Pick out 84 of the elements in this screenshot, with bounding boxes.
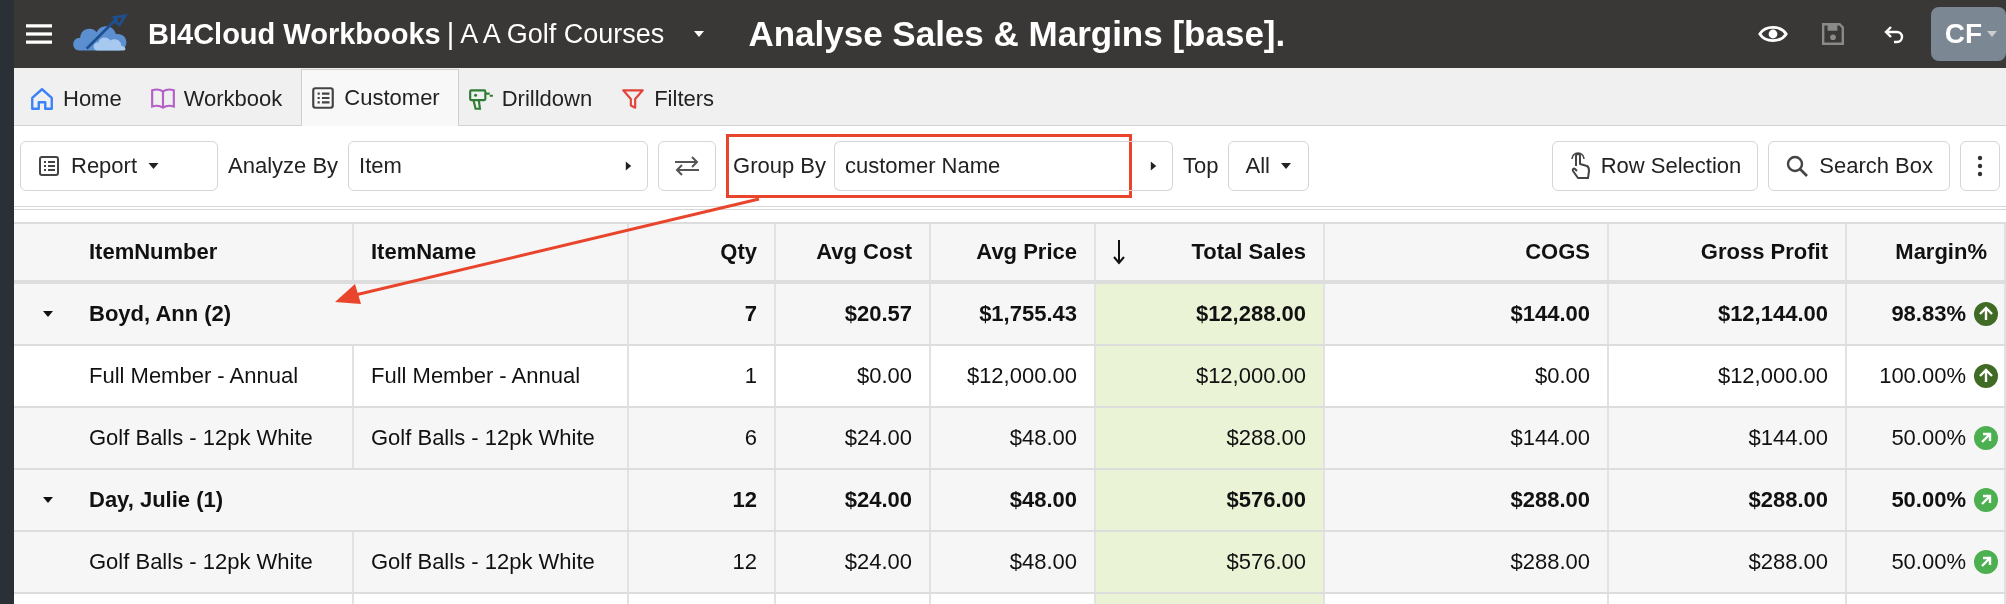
separator: | [446, 17, 455, 51]
table-cell: Golf Balls - 12pk White [14, 532, 354, 592]
group-row-label[interactable]: Day, Julie (1) [14, 470, 629, 530]
table-cell: $576.00 [1096, 532, 1325, 592]
app-name: BI4Cloud Workbooks [148, 17, 441, 51]
table-cell: $288.00 [1609, 532, 1847, 592]
margin-cell: 50.00% [1847, 532, 2006, 592]
tab[interactable]: Customer [301, 69, 459, 126]
tab[interactable]: Filters [611, 70, 734, 126]
caret-icon [1279, 161, 1292, 171]
table-cell: 12 [629, 470, 776, 530]
column-header[interactable]: Avg Price [931, 224, 1096, 280]
search-box-button[interactable]: Search Box [1768, 141, 1950, 191]
table-cell: Golf Balls - 12pk White [354, 408, 629, 468]
row-selection-button[interactable]: Row Selection [1551, 141, 1759, 191]
more-options-button[interactable] [1960, 141, 2000, 191]
column-header[interactable]: Gross Profit [1609, 224, 1847, 280]
table-cell: $20.57 [776, 284, 931, 344]
sort-descending-icon[interactable] [1113, 239, 1125, 265]
top-label: Top [1183, 153, 1219, 179]
undo-icon[interactable] [1882, 24, 1905, 44]
margin-cell: 50.00% [1847, 470, 2006, 530]
table-cell: $12,144.00 [1609, 284, 1847, 344]
tab[interactable]: Workbook [140, 70, 302, 126]
eye-icon[interactable] [1756, 23, 1789, 45]
kebab-menu-icon [1977, 155, 1983, 177]
caret-icon [624, 160, 634, 172]
column-header[interactable]: Margin% [1847, 224, 2006, 280]
column-header[interactable]: Qty [629, 224, 776, 280]
menu-icon[interactable] [26, 23, 52, 45]
column-header[interactable]: COGS [1325, 224, 1609, 280]
report-title: Analyse Sales & Margins [base]. [748, 14, 1286, 54]
analyze-by-select[interactable]: Item [348, 141, 649, 191]
book-icon [149, 85, 176, 112]
tab[interactable]: Home [20, 70, 141, 126]
column-header[interactable]: Total Sales [1096, 224, 1325, 280]
caret-icon [147, 161, 161, 171]
table-cell: $288.00 [1609, 470, 1847, 530]
swap-button[interactable] [658, 141, 717, 191]
margin-cell: 50.00% [1847, 408, 2006, 468]
top-select[interactable]: All [1228, 141, 1309, 191]
table-cell: $24.00 [776, 470, 931, 530]
user-avatar[interactable]: CF [1930, 7, 2006, 61]
table-cell: 12 [629, 532, 776, 592]
table-cell: $144.00 [1325, 408, 1609, 468]
table-cell: $48.00 [931, 470, 1096, 530]
report-button[interactable]: Report [20, 141, 218, 191]
table-cell: Golf Balls - 12pk White [354, 532, 629, 592]
table-cell: $288.00 [1325, 532, 1609, 592]
list-icon [37, 154, 61, 178]
group-by-label: Group By [733, 153, 826, 179]
column-header[interactable]: ItemNumber [14, 224, 354, 280]
tab[interactable]: Drilldown [458, 70, 612, 126]
margin-cell: 98.83% [1847, 284, 2006, 344]
list-icon [310, 85, 337, 111]
column-header[interactable]: ItemName [354, 224, 629, 280]
group-by-select[interactable]: customer Name [834, 141, 1132, 191]
table-cell: Golf Balls - 12pk White [14, 408, 354, 468]
table-cell: $144.00 [1609, 408, 1847, 468]
swap-arrows-icon [673, 156, 702, 176]
table-cell: $1,755.43 [931, 284, 1096, 344]
search-icon [1785, 154, 1810, 178]
table-cell: $288.00 [1325, 470, 1609, 530]
group-row-label[interactable]: Boyd, Ann (2) [14, 284, 629, 344]
caret-icon [1149, 160, 1158, 172]
table-cell: $576.00 [1096, 470, 1325, 530]
table-cell: $288.00 [1096, 408, 1325, 468]
company-name[interactable]: A A Golf Courses [460, 18, 665, 50]
table-cell: $12,288.00 [1096, 284, 1325, 344]
caret-icon [1986, 29, 1998, 39]
group-by-expand-button[interactable] [1129, 141, 1173, 191]
caret-icon[interactable] [692, 29, 707, 39]
table-cell: 6 [629, 408, 776, 468]
table-cell: $24.00 [776, 532, 931, 592]
home-icon [29, 85, 55, 112]
column-header[interactable]: Avg Cost [776, 224, 931, 280]
table-cell: $12,000.00 [1096, 346, 1325, 406]
table-cell: $24.00 [776, 408, 931, 468]
table-cell: $48.00 [931, 532, 1096, 592]
table-cell: $144.00 [1325, 284, 1609, 344]
table-cell: $48.00 [931, 408, 1096, 468]
table-cell: 7 [629, 284, 776, 344]
save-icon[interactable] [1820, 22, 1845, 46]
analyze-by-label: Analyze By [228, 153, 339, 179]
